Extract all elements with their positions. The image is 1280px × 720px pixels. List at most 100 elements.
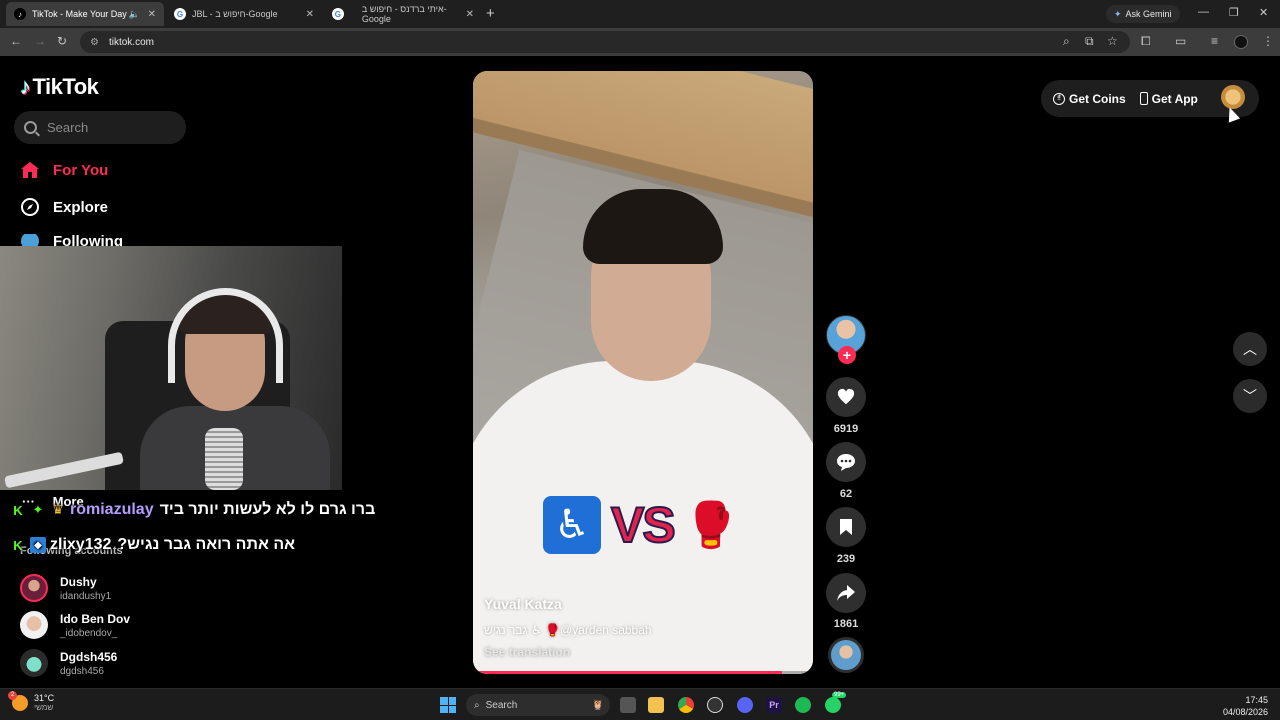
clock-time: 17:45 — [1245, 695, 1268, 705]
kick-badge-icon: K — [13, 537, 23, 553]
nav-for-you[interactable]: For You — [20, 160, 108, 180]
avatar — [20, 649, 48, 677]
menu-kebab-icon[interactable]: ⋮ — [1262, 34, 1274, 48]
video-player[interactable]: ♿ VS 🥊 Yuval Katza גבר נגיש ♿ 🥊@yarden s… — [473, 71, 813, 674]
obs-icon[interactable] — [707, 697, 723, 713]
nav-explore[interactable]: Explore — [20, 197, 108, 217]
profile-avatar-icon[interactable] — [1234, 35, 1248, 49]
start-button[interactable] — [440, 697, 456, 713]
music-disc[interactable] — [828, 637, 864, 673]
close-tab-icon[interactable]: ✕ — [148, 9, 156, 20]
back-arrow-icon[interactable]: ← — [10, 34, 22, 48]
previous-video-button[interactable]: ︿ — [1233, 332, 1267, 366]
video-progress-bar[interactable] — [473, 671, 813, 674]
boxing-glove-icon: 🥊 — [683, 501, 739, 550]
tab-tiktok[interactable]: ♪ TikTok - Make Your Day 🔈 ✕ — [6, 2, 164, 26]
chat-message: K ✦ ♛ romiazulay ברו גרם לו לא לעשות יות… — [10, 501, 375, 519]
close-window-button[interactable]: ✕ — [1259, 6, 1268, 19]
chat-message: K ◆ zlixy132 אה אתה רואה גבר נגיש? — [10, 536, 295, 554]
account-name: Ido Ben Dov — [60, 611, 131, 626]
taskbar-search[interactable]: ⌕ Search 🦉 — [466, 694, 610, 716]
extensions-icon[interactable]: ⧠ — [1141, 34, 1151, 49]
chrome-icon[interactable] — [678, 697, 694, 713]
search-input[interactable]: Search — [14, 111, 186, 144]
get-coins-label: Get Coins — [1069, 91, 1126, 106]
like-count: 6919 — [833, 423, 859, 435]
close-tab-icon[interactable]: ✕ — [306, 9, 314, 20]
google-favicon-icon: G — [332, 8, 344, 20]
gem-badge-icon: ✦ — [32, 502, 44, 517]
speaker-icon[interactable]: 🔈 — [129, 9, 140, 20]
sun-icon: 2 — [8, 690, 28, 711]
premiere-icon[interactable]: Pr — [766, 697, 782, 713]
next-video-button[interactable]: ﹀ — [1233, 379, 1267, 413]
bookmark-star-icon[interactable]: ☆ — [1107, 34, 1118, 48]
zoom-icon[interactable]: ⌕ — [1063, 34, 1070, 49]
save-button[interactable] — [826, 507, 866, 547]
follow-button[interactable]: + — [838, 346, 856, 364]
install-app-icon[interactable]: ⧉ — [1085, 34, 1094, 49]
chat-text: ברו גרם לו לא לעשות יותר ביד — [159, 501, 376, 518]
whatsapp-icon[interactable] — [825, 697, 841, 713]
following-account[interactable]: Ido Ben Dov _idobendov_ — [20, 611, 130, 639]
following-account[interactable]: Dgdsh456 dgdsh456 — [20, 649, 117, 677]
following-account[interactable]: Dushy idandushy1 — [20, 574, 111, 602]
search-placeholder: Search — [47, 120, 89, 135]
see-translation-link[interactable]: See translation — [484, 645, 570, 659]
heart-icon — [837, 388, 855, 405]
windows-logo-icon — [448, 697, 456, 705]
share-count: 1861 — [833, 618, 859, 630]
comment-button[interactable] — [826, 442, 866, 482]
spotify-icon[interactable] — [795, 697, 811, 713]
video-progress-fill — [473, 671, 783, 674]
reload-icon[interactable]: ↻ — [57, 34, 67, 48]
close-tab-icon[interactable]: ✕ — [466, 9, 474, 20]
windows-taskbar: 2 31°C שמשי ⌕ Search 🦉 Pr 99+ 17:45 04/0… — [0, 688, 1280, 720]
like-button[interactable] — [826, 377, 866, 417]
taskbar-search-label: Search — [485, 699, 518, 711]
avatar — [20, 574, 48, 602]
minimize-button[interactable]: — — [1198, 6, 1209, 18]
share-button[interactable] — [826, 573, 866, 613]
forward-arrow-icon[interactable]: → — [34, 34, 46, 48]
account-handle: dgdsh456 — [60, 665, 104, 677]
file-explorer-icon[interactable] — [648, 697, 664, 713]
cast-icon[interactable]: ▭ — [1175, 34, 1186, 48]
account-handle: _idobendov_ — [60, 627, 118, 639]
crown-badge-icon: ♛ — [52, 502, 64, 517]
ask-gemini-label: Ask Gemini — [1125, 9, 1172, 19]
media-controls-icon[interactable]: ≡ — [1211, 34, 1218, 48]
compass-icon — [20, 197, 40, 217]
comment-count: 62 — [839, 488, 853, 500]
browser-toolbar: ← → ↻ ⚙ tiktok.com ⌕ ⧉ ☆ ⧠ ▭ ≡ ⋮ — [0, 28, 1280, 56]
chat-text: אה אתה רואה גבר נגיש? — [117, 536, 296, 553]
coin-icon: ₫ — [1053, 92, 1065, 105]
system-clock[interactable]: 17:45 04/08/2026 — [1222, 694, 1268, 718]
subscriber-badge-icon: ◆ — [30, 537, 46, 553]
gemini-sparkle-icon: ✦ — [1114, 8, 1122, 19]
tiktok-note-icon: ♪ — [20, 74, 31, 99]
get-coins-button[interactable]: ₫ Get Coins — [1053, 92, 1126, 106]
task-view-icon[interactable] — [620, 697, 636, 713]
chat-username: zlixy132 — [50, 536, 112, 553]
tab-jbl-search[interactable]: G JBL - חיפוש ב-Google ✕ — [166, 2, 322, 26]
discord-icon[interactable] — [737, 697, 753, 713]
address-bar[interactable]: ⚙ tiktok.com — [80, 31, 1130, 53]
search-icon: ⌕ — [474, 699, 480, 711]
weather-desc: שמשי — [34, 703, 54, 712]
site-info-icon[interactable]: ⚙ — [90, 37, 99, 48]
phone-icon — [1139, 92, 1148, 105]
restore-button[interactable]: ❐ — [1229, 6, 1239, 19]
ask-gemini-button[interactable]: ✦ Ask Gemini — [1106, 5, 1180, 23]
get-app-label: Get App — [1151, 91, 1198, 106]
windows-logo-icon — [448, 705, 456, 713]
video-author[interactable]: Yuval Katza — [484, 596, 562, 612]
weather-temp: 31°C — [34, 693, 55, 703]
new-tab-button[interactable]: + — [486, 5, 495, 22]
tiktok-logo[interactable]: ♪ TikTok — [20, 74, 99, 100]
tab-itay-search[interactable]: G איתי ברדנס - חיפוש ב-Google ✕ — [324, 2, 482, 26]
get-app-button[interactable]: Get App — [1139, 91, 1198, 106]
weather-widget[interactable]: 2 31°C שמשי — [8, 690, 55, 712]
tiktok-favicon-icon: ♪ — [14, 8, 26, 20]
account-handle: idandushy1 — [60, 590, 112, 602]
